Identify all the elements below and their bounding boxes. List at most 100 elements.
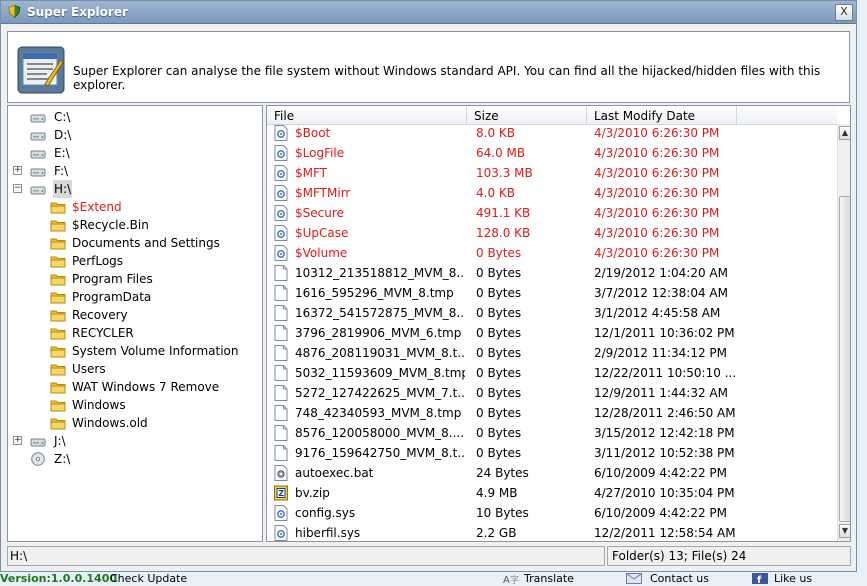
scroll-thumb[interactable]	[839, 196, 850, 522]
tree-node-label: System Volume Information	[72, 344, 239, 358]
file-name: $MFT	[295, 166, 328, 180]
column-header-size[interactable]: Size	[467, 106, 587, 124]
tree-node[interactable]: + F:\	[8, 162, 262, 180]
table-row[interactable]: 5272_127422625_MVM_7.t... 0 Bytes 12/9/201…	[267, 383, 837, 403]
tree-node-label: RECYCLER	[72, 326, 134, 340]
tree-node[interactable]: PerfLogs	[8, 252, 262, 270]
translate-icon: A字	[503, 574, 519, 584]
scroll-up-button[interactable]: ▲	[839, 126, 850, 140]
folder-icon	[50, 382, 66, 394]
tree-node[interactable]: − H:\	[8, 180, 262, 198]
tree-node-label: Program Files	[72, 272, 153, 286]
file-date: 4/3/2010 6:26:30 PM	[594, 186, 720, 200]
table-row[interactable]: Zbv.zip 4.9 MB 4/27/2010 10:35:04 PM	[267, 483, 837, 503]
file-size: 0 Bytes	[476, 426, 522, 440]
file-name: 1616_595296_MVM_8.tmp	[295, 286, 454, 300]
file-date: 4/3/2010 6:26:30 PM	[594, 166, 720, 180]
tree-node[interactable]: Users	[8, 360, 262, 378]
file-size: 0 Bytes	[476, 446, 522, 460]
expand-toggle[interactable]: +	[13, 166, 22, 175]
table-row[interactable]: autoexec.bat 24 Bytes 6/10/2009 4:42:22 PM	[267, 463, 837, 483]
file-icon	[274, 445, 288, 461]
tree-node[interactable]: Windows.old	[8, 414, 262, 432]
shield-icon	[8, 5, 21, 18]
tree-node[interactable]: Documents and Settings	[8, 234, 262, 252]
table-row[interactable]: $Boot 8.0 KB 4/3/2010 6:26:30 PM	[267, 124, 837, 143]
contact-link[interactable]: Contact us	[650, 572, 709, 586]
tree-node[interactable]: WAT Windows 7 Remove	[8, 378, 262, 396]
expand-toggle[interactable]: −	[13, 184, 22, 193]
close-button[interactable]: X	[835, 4, 853, 21]
file-icon	[274, 365, 288, 381]
tree-node[interactable]: ProgramData	[8, 288, 262, 306]
table-row[interactable]: 16372_541572875_MVM_8.... 0 Bytes 3/1/2012…	[267, 303, 837, 323]
table-row[interactable]: $LogFile 64.0 MB 4/3/2010 6:26:30 PM	[267, 143, 837, 163]
system-file-icon	[274, 525, 288, 541]
table-row[interactable]: $MFTMirr 4.0 KB 4/3/2010 6:26:30 PM	[267, 183, 837, 203]
file-icon	[274, 285, 288, 301]
tree-node[interactable]: $Extend	[8, 198, 262, 216]
title-bar[interactable]: Super Explorer X	[1, 1, 856, 24]
tree-node[interactable]: System Volume Information	[8, 342, 262, 360]
file-rows: $Boot 8.0 KB 4/3/2010 6:26:30 PM $LogFile 64…	[267, 124, 837, 541]
table-row[interactable]: 4876_208119031_MVM_8.t... 0 Bytes 2/9/2012…	[267, 343, 837, 363]
tree-node[interactable]: E:\	[8, 144, 262, 162]
file-size: 0 Bytes	[476, 346, 522, 360]
folder-icon	[50, 220, 66, 232]
tree-node-label: Users	[72, 362, 106, 376]
file-size: 0 Bytes	[476, 246, 522, 260]
table-row[interactable]: $MFT 103.3 MB 4/3/2010 6:26:30 PM	[267, 163, 837, 183]
folder-tree[interactable]: C:\ D:\ E:\ + F:\ − H:\ $Extend $Recycle.Bin Docu…	[7, 105, 263, 542]
table-row[interactable]: 3796_2819906_MVM_6.tmp 0 Bytes 12/1/2011 1…	[267, 323, 837, 343]
tree-node[interactable]: D:\	[8, 126, 262, 144]
table-row[interactable]: $UpCase 128.0 KB 4/3/2010 6:26:30 PM	[267, 223, 837, 243]
table-row[interactable]: hiberfil.sys 2.2 GB 12/2/2011 12:58:54 AM	[267, 523, 837, 541]
file-name: $LogFile	[295, 146, 345, 160]
table-row[interactable]: 1616_595296_MVM_8.tmp 0 Bytes 3/7/2012 12:…	[267, 283, 837, 303]
tree-node-label: Z:\	[54, 452, 71, 466]
tree-node[interactable]: Program Files	[8, 270, 262, 288]
file-size: 4.0 KB	[476, 186, 515, 200]
folder-icon	[50, 328, 66, 340]
tree-node[interactable]: C:\	[8, 108, 262, 126]
tree-node[interactable]: + J:\	[8, 432, 262, 450]
table-row[interactable]: 10312_213518812_MVM_8.... 0 Bytes 2/19/201…	[267, 263, 837, 283]
explorer-logo-icon	[17, 46, 65, 94]
table-row[interactable]: 9176_159642750_MVM_8.t... 0 Bytes 3/11/201…	[267, 443, 837, 463]
expand-toggle[interactable]: +	[13, 436, 22, 445]
tree-node-label: ProgramData	[72, 290, 152, 304]
drive-icon	[30, 132, 46, 141]
file-name: $Boot	[295, 126, 331, 140]
like-us-link[interactable]: Like us	[774, 572, 812, 586]
file-name: 4876_208119031_MVM_8.t...	[295, 346, 465, 360]
tree-node[interactable]: Recovery	[8, 306, 262, 324]
scroll-down-button[interactable]: ▼	[839, 524, 850, 538]
folder-icon	[50, 364, 66, 376]
file-name: $Volume	[295, 246, 348, 260]
file-size: 491.1 KB	[476, 206, 531, 220]
table-row[interactable]: $Secure 491.1 KB 4/3/2010 6:26:30 PM	[267, 203, 837, 223]
tree-node[interactable]: Windows	[8, 396, 262, 414]
file-date: 12/1/2011 10:36:02 PM	[594, 326, 735, 340]
file-date: 4/3/2010 6:26:30 PM	[594, 246, 720, 260]
file-list[interactable]: File Size Last Modify Date $Boot 8.0 KB 4/…	[266, 105, 851, 542]
tree-node-label: Documents and Settings	[72, 236, 220, 250]
table-row[interactable]: 5032_11593609_MVM_8.tmp 0 Bytes 12/22/2011…	[267, 363, 837, 383]
table-row[interactable]: 748_42340593_MVM_8.tmp 0 Bytes 12/28/2011 …	[267, 403, 837, 423]
file-date: 12/22/2011 10:50:10 ...	[594, 366, 737, 380]
table-row[interactable]: config.sys 10 Bytes 6/10/2009 4:42:22 PM	[267, 503, 837, 523]
translate-link[interactable]: Translate	[524, 572, 574, 586]
tree-node[interactable]: Z:\	[8, 450, 262, 468]
tree-node[interactable]: RECYCLER	[8, 324, 262, 342]
svg-text:字: 字	[510, 574, 519, 584]
file-date: 4/27/2010 10:35:04 PM	[594, 486, 735, 500]
column-header-date[interactable]: Last Modify Date	[587, 106, 737, 124]
vertical-scrollbar[interactable]: ▲ ▼	[837, 124, 850, 541]
table-row[interactable]: 8576_120058000_MVM_8.... 0 Bytes 3/15/2012…	[267, 423, 837, 443]
file-name: 3796_2819906_MVM_6.tmp	[295, 326, 462, 340]
tree-node[interactable]: $Recycle.Bin	[8, 216, 262, 234]
check-update-link[interactable]: Check Update	[110, 572, 187, 586]
file-icon	[274, 345, 288, 361]
table-row[interactable]: $Volume 0 Bytes 4/3/2010 6:26:30 PM	[267, 243, 837, 263]
column-header-file[interactable]: File	[267, 106, 467, 124]
